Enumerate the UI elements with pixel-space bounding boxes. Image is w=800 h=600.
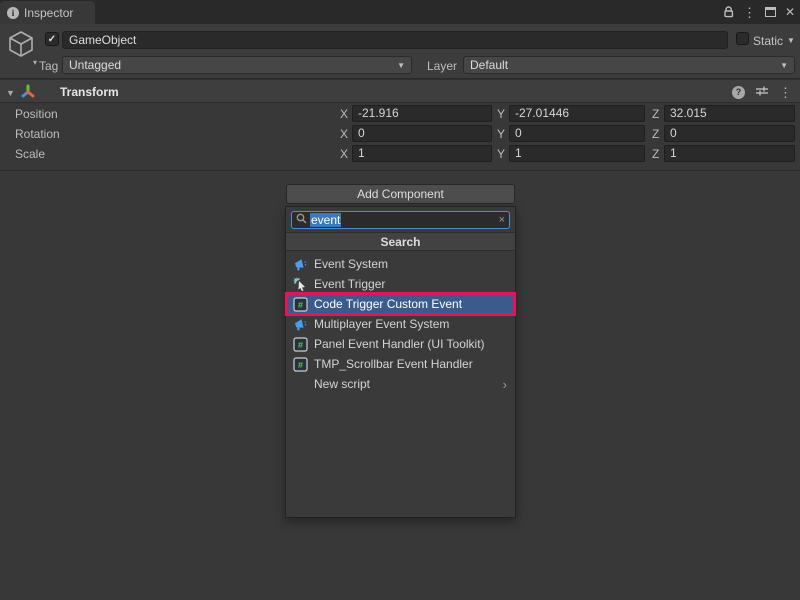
list-item-event-trigger[interactable]: Event Trigger (286, 274, 515, 294)
event-system-icon (292, 316, 308, 332)
tag-dropdown[interactable]: Untagged ▼ (62, 56, 412, 74)
rotation-label[interactable]: Rotation (15, 127, 60, 141)
tab-inspector[interactable]: i Inspector (0, 1, 95, 24)
active-checkbox[interactable]: ✓ (45, 32, 59, 46)
scale-label[interactable]: Scale (15, 147, 45, 161)
add-component-button[interactable]: Add Component (286, 184, 515, 204)
tab-bar: i Inspector ⋮ ✕ (0, 0, 800, 24)
scale-z-input[interactable]: 1 (664, 145, 795, 162)
static-label: Static (753, 34, 783, 48)
list-item-panel-event-handler[interactable]: # Panel Event Handler (UI Toolkit) (286, 334, 515, 354)
list-item-label: Multiplayer Event System (314, 317, 449, 331)
maximize-icon[interactable] (765, 7, 776, 17)
kebab-menu-icon[interactable]: ⋮ (779, 86, 792, 99)
list-item-code-trigger-custom-event[interactable]: # Code Trigger Custom Event (286, 294, 515, 314)
axis-y-label[interactable]: Y (497, 127, 505, 141)
tag-label: Tag (39, 59, 58, 73)
presets-icon[interactable] (755, 85, 769, 100)
gameobject-cube-icon[interactable] (6, 29, 36, 62)
foldout-arrow-icon[interactable]: ▼ (6, 88, 15, 98)
search-section-header: Search (286, 232, 515, 251)
list-item-tmp-scrollbar-event-handler[interactable]: # TMP_Scrollbar Event Handler (286, 354, 515, 374)
axis-y-label[interactable]: Y (497, 147, 505, 161)
position-y-input[interactable]: -27.01446 (509, 105, 645, 122)
axis-x-label[interactable]: X (340, 147, 348, 161)
layer-dropdown[interactable]: Default ▼ (463, 56, 795, 74)
axis-x-label[interactable]: X (340, 127, 348, 141)
position-z-input[interactable]: 32.015 (664, 105, 795, 122)
list-item-new-script[interactable]: New script › (286, 374, 515, 394)
scale-row: Scale X 1 Y 1 Z 1 (0, 144, 800, 164)
clear-search-icon[interactable]: × (499, 215, 505, 226)
tag-value: Untagged (69, 58, 121, 72)
axis-y-label[interactable]: Y (497, 107, 505, 121)
rotation-row: Rotation X 0 Y 0 Z 0 (0, 124, 800, 144)
chevron-down-icon: ▼ (397, 61, 405, 70)
static-dropdown-icon[interactable]: ▼ (787, 36, 795, 45)
chevron-down-icon: ▼ (780, 61, 788, 70)
kebab-menu-icon[interactable]: ⋮ (743, 6, 756, 19)
chevron-down-icon[interactable]: ▾ (33, 58, 37, 67)
search-query-text: event (310, 213, 341, 227)
csharp-script-icon: # (292, 336, 308, 352)
rotation-z-input[interactable]: 0 (664, 125, 795, 142)
transform-icon (20, 84, 36, 103)
position-row: Position X -21.916 Y -27.01446 Z 32.015 (0, 104, 800, 124)
list-item-label: Panel Event Handler (UI Toolkit) (314, 337, 485, 351)
transform-header[interactable]: ▼ Transform ? ⋮ (0, 79, 800, 103)
search-icon (296, 213, 307, 227)
axis-z-label[interactable]: Z (652, 127, 659, 141)
layer-value: Default (470, 58, 508, 72)
rotation-y-input[interactable]: 0 (509, 125, 645, 142)
list-item-event-system[interactable]: Event System (286, 254, 515, 274)
event-system-icon (292, 256, 308, 272)
svg-text:#: # (297, 361, 303, 371)
list-item-multiplayer-event-system[interactable]: Multiplayer Event System (286, 314, 515, 334)
component-list: Event System Event Trigger # Code Trigge… (286, 251, 515, 394)
chevron-right-icon: › (503, 378, 515, 391)
component-search-input[interactable]: event × (291, 211, 510, 229)
svg-text:#: # (297, 301, 303, 311)
divider (0, 170, 800, 171)
rotation-x-input[interactable]: 0 (352, 125, 492, 142)
gameobject-header: ▾ ✓ GameObject Static ▼ Tag Untagged ▼ L… (0, 24, 800, 79)
csharp-script-icon: # (292, 356, 308, 372)
list-item-label: Code Trigger Custom Event (314, 297, 462, 311)
unlock-icon[interactable] (723, 6, 734, 18)
window-controls: ⋮ ✕ (723, 0, 795, 24)
axis-z-label[interactable]: Z (652, 147, 659, 161)
event-trigger-icon (292, 276, 308, 292)
scale-y-input[interactable]: 1 (509, 145, 645, 162)
gameobject-name-input[interactable]: GameObject (62, 31, 728, 49)
tab-title: Inspector (24, 6, 73, 20)
axis-x-label[interactable]: X (340, 107, 348, 121)
static-checkbox[interactable] (736, 32, 749, 45)
close-icon[interactable]: ✕ (785, 6, 795, 18)
add-component-popup: event × Search Event System Event Trigge… (285, 206, 516, 518)
layer-label: Layer (427, 59, 457, 73)
svg-text:#: # (297, 341, 303, 351)
list-item-label: TMP_Scrollbar Event Handler (314, 357, 473, 371)
scale-x-input[interactable]: 1 (352, 145, 492, 162)
transform-rows: Position X -21.916 Y -27.01446 Z 32.015 … (0, 104, 800, 164)
axis-z-label[interactable]: Z (652, 107, 659, 121)
list-item-label: New script (314, 377, 370, 391)
info-icon: i (7, 7, 19, 19)
csharp-script-icon: # (292, 296, 308, 312)
list-item-label: Event Trigger (314, 277, 385, 291)
transform-title: Transform (60, 85, 119, 99)
help-icon[interactable]: ? (732, 86, 745, 99)
unity-inspector-window: i Inspector ⋮ ✕ ▾ ✓ GameObject Static ▼ … (0, 0, 800, 600)
position-label[interactable]: Position (15, 107, 58, 121)
list-item-label: Event System (314, 257, 388, 271)
position-x-input[interactable]: -21.916 (352, 105, 492, 122)
